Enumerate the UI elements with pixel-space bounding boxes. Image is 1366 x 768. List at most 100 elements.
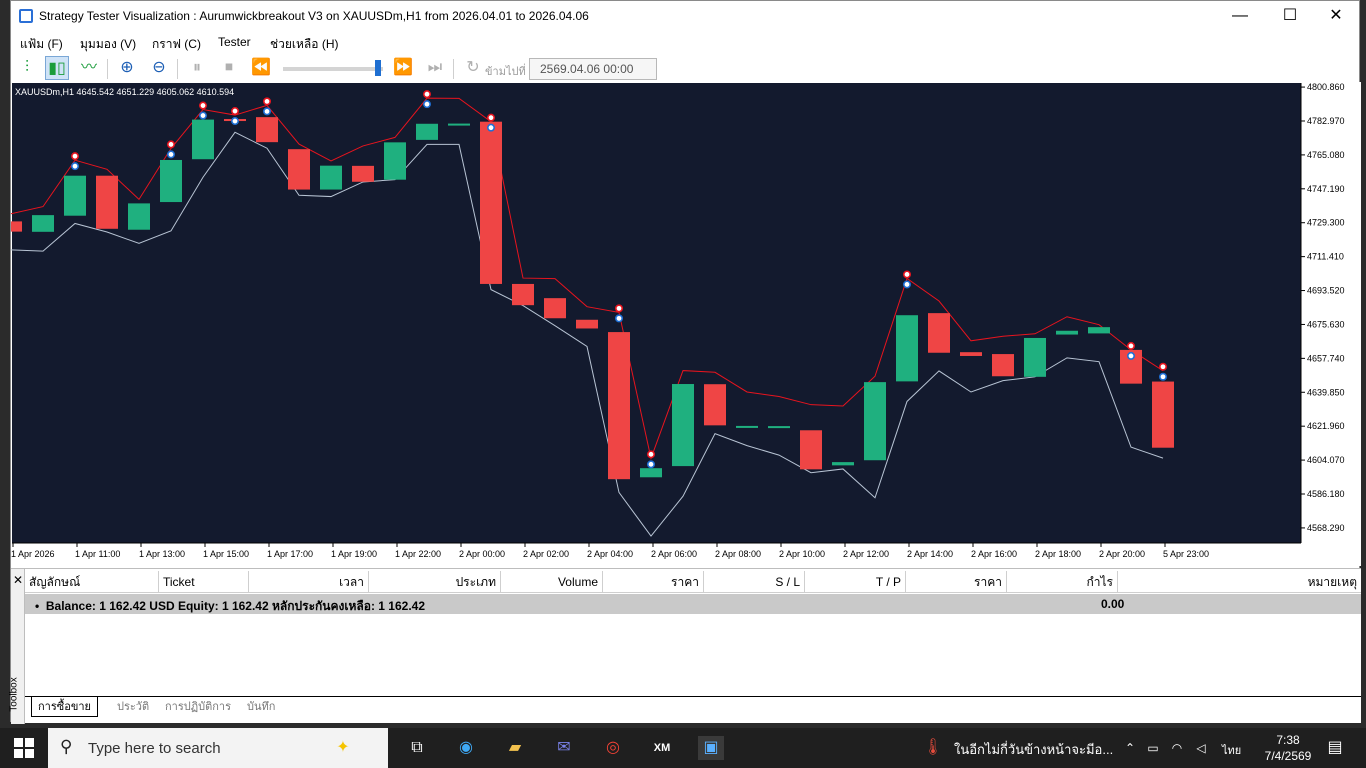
col-volume[interactable]: Volume: [501, 571, 603, 593]
col-type[interactable]: ประเภท: [369, 571, 501, 593]
maximize-button[interactable]: ☐: [1267, 1, 1313, 31]
speed-slider-track[interactable]: [283, 67, 383, 71]
speed-slider-thumb[interactable]: [375, 60, 381, 76]
col-tp[interactable]: T / P: [805, 571, 906, 593]
candle: [11, 221, 22, 232]
candle: [96, 175, 118, 229]
stop-icon[interactable]: ⏹: [217, 56, 241, 80]
candle: [832, 462, 854, 466]
wifi-icon[interactable]: ◠: [1164, 736, 1190, 760]
title-bar: Strategy Tester Visualization : Aurumwic…: [11, 1, 1359, 31]
fast-forward-icon[interactable]: ⏩: [391, 56, 415, 80]
teams-icon[interactable]: ✉: [551, 736, 577, 760]
sell-signal-marker: [422, 90, 431, 99]
col-ticket[interactable]: Ticket: [159, 571, 249, 593]
zoom-in-icon[interactable]: ⊕: [115, 56, 139, 80]
buy-signal-marker: [614, 314, 623, 323]
x-tick-label: 2 Apr 08:00: [715, 549, 761, 559]
sell-signal-marker: [902, 270, 911, 279]
chart-svg: 4800.860 4782.970 4765.080 4747.190 4729.300…: [11, 82, 1345, 559]
tab-trade[interactable]: การซื้อขาย: [31, 697, 98, 717]
x-tick-label: 2 Apr 00:00: [459, 549, 505, 559]
windows-start-icon[interactable]: [14, 738, 34, 758]
candle: [928, 313, 950, 353]
balance-row[interactable]: • Balance: 1 162.42 USD Equity: 1 162.42…: [25, 594, 1361, 614]
buy-signal-marker: [263, 107, 272, 116]
menu-view[interactable]: มุมมอง (V): [80, 35, 136, 54]
candle: [480, 121, 502, 284]
y-tick-label: 4711.410: [1307, 252, 1344, 262]
xm-icon[interactable]: XM: [649, 736, 675, 760]
balance-profit: 0.00: [1101, 597, 1125, 611]
sell-signal-marker: [167, 140, 176, 149]
bar-chart-icon[interactable]: ⫶: [15, 56, 39, 80]
candle: [64, 175, 86, 216]
buy-signal-marker: [902, 280, 911, 289]
buy-signal-marker: [70, 162, 79, 171]
menu-help[interactable]: ช่วยเหลือ (H): [270, 35, 338, 54]
language-indicator[interactable]: ไทย: [1222, 741, 1241, 759]
pause-icon[interactable]: ⏸: [185, 56, 209, 80]
candle: [800, 430, 822, 470]
menu-tester[interactable]: Tester: [218, 35, 251, 49]
toolbox-tabs: การซื้อขาย ประวัติ การปฏิบัติการ บันทึก: [25, 696, 1361, 718]
col-symbol[interactable]: สัญลักษณ์: [25, 571, 159, 593]
menu-chart[interactable]: กราฟ (C): [152, 35, 201, 54]
volume-icon[interactable]: ◁: [1188, 736, 1214, 760]
candle: [544, 298, 566, 319]
buy-signal-marker: [646, 460, 655, 469]
toolbox-side-label: Toolbox: [8, 677, 20, 712]
close-button[interactable]: ✕: [1313, 1, 1359, 31]
edge-icon[interactable]: ◉: [453, 736, 479, 760]
menu-file[interactable]: แฟ้ม (F): [20, 35, 63, 54]
x-tick-label: 1 Apr 15:00: [203, 549, 249, 559]
chrome-icon[interactable]: ◎: [600, 736, 626, 760]
toolbox-close-icon[interactable]: ✕: [13, 573, 23, 587]
line-chart-icon[interactable]: 〰: [77, 56, 101, 80]
weather-icon[interactable]: 🌡: [920, 736, 946, 760]
candlestick-chart-icon[interactable]: ▮▯: [45, 56, 69, 80]
task-view-icon[interactable]: ⧉: [404, 736, 430, 760]
y-tick-label: 4604.070: [1307, 455, 1345, 465]
skip-end-icon[interactable]: ⏭: [423, 56, 447, 80]
date-input[interactable]: 2569.04.06 00:00: [529, 58, 657, 80]
col-profit[interactable]: กำไร: [1007, 571, 1118, 593]
skip-to-icon[interactable]: ↻: [461, 56, 485, 80]
rewind-icon[interactable]: ⏪: [249, 56, 273, 80]
y-tick-label: 4800.860: [1307, 82, 1345, 92]
col-price-current[interactable]: ราคา: [906, 571, 1007, 593]
y-tick-label: 4586.180: [1307, 489, 1345, 499]
zoom-out-icon[interactable]: ⊖: [147, 56, 171, 80]
metatrader-icon[interactable]: ▣: [698, 736, 724, 760]
col-sl[interactable]: S / L: [704, 571, 805, 593]
col-comment[interactable]: หมายเหตุ: [1118, 571, 1361, 593]
buy-signal-marker: [486, 123, 495, 132]
sell-signal-marker: [1159, 362, 1168, 371]
candle: [160, 159, 182, 203]
candle: [896, 315, 918, 382]
notification-center-icon[interactable]: ▤: [1322, 736, 1348, 760]
tab-operations[interactable]: การปฏิบัติการ: [159, 697, 237, 717]
tab-history[interactable]: ประวัติ: [111, 697, 155, 717]
minimize-button[interactable]: —: [1217, 1, 1263, 31]
orders-table-header: สัญลักษณ์ Ticket เวลา ประเภท Volume ราคา…: [25, 571, 1361, 593]
tab-journal[interactable]: บันทึก: [241, 697, 281, 717]
news-notification[interactable]: ในอีกไม่กี่วันข้างหน้าจะมีอ...: [954, 739, 1113, 760]
clock[interactable]: 7:38 7/4/2569: [1258, 732, 1318, 764]
search-icon: ⚲: [60, 737, 73, 756]
x-tick-label: 2 Apr 20:00: [1099, 549, 1145, 559]
y-tick-label: 4621.960: [1307, 421, 1345, 431]
battery-icon[interactable]: ▭: [1140, 736, 1166, 760]
sparkle-icon[interactable]: ✦: [330, 736, 356, 760]
menu-bar: แฟ้ม (F) มุมมอง (V) กราฟ (C) Tester ช่วย…: [11, 31, 1359, 53]
symbol-label: XAUUSDm,H1 4645.542 4651.229 4605.062 46…: [15, 87, 235, 97]
col-price[interactable]: ราคา: [603, 571, 704, 593]
x-tick-label: 2 Apr 02:00: [523, 549, 569, 559]
candle: [256, 117, 278, 143]
col-time[interactable]: เวลา: [249, 571, 369, 593]
price-chart[interactable]: 4800.860 4782.970 4765.080 4747.190 4729.300…: [11, 82, 1361, 566]
sell-signal-marker: [199, 101, 208, 110]
clock-date: 7/4/2569: [1264, 749, 1312, 763]
file-explorer-icon[interactable]: ▰: [502, 736, 528, 760]
candle: [32, 215, 54, 232]
